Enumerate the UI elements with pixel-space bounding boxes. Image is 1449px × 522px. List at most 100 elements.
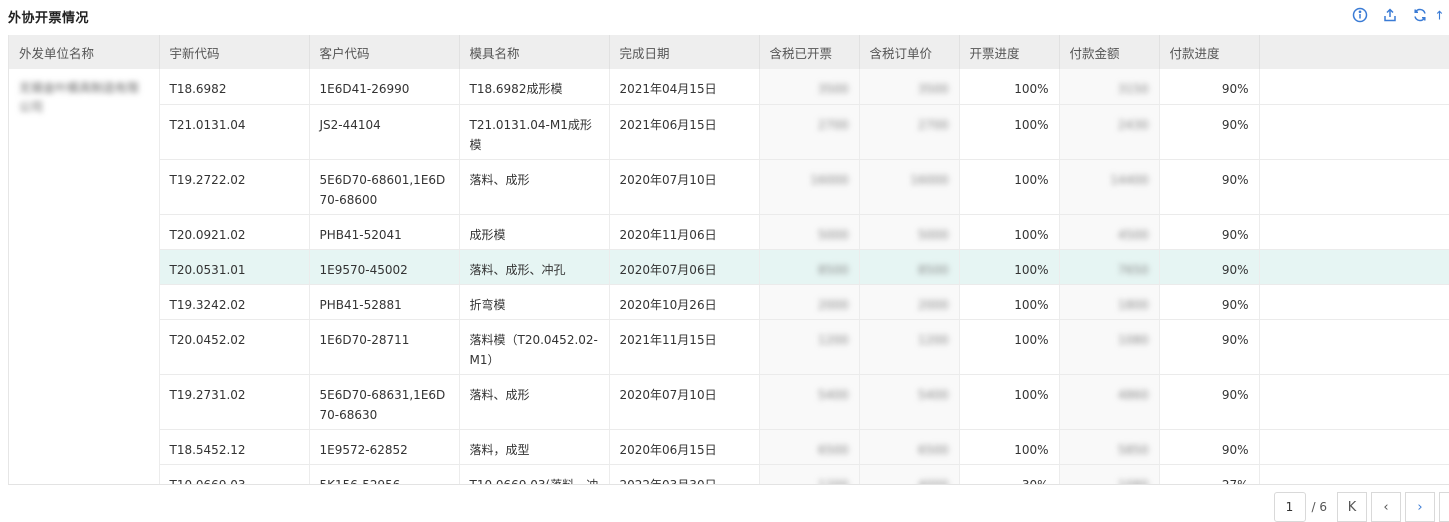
paid-amount-cell: 5850 (1059, 429, 1160, 465)
price-cell: 5000 (859, 214, 960, 250)
price-cell: 2000 (859, 284, 960, 320)
table-row[interactable]: T19.2722.02 5E6D70-68601,1E6D70-68600 落料、成… (9, 159, 1449, 215)
export-icon[interactable] (1375, 5, 1405, 25)
code-cell: T21.0131.04 (159, 104, 310, 160)
table-row[interactable]: T18.5452.12 1E9572-62852 落料，成型 2020年06月15日 6… (9, 429, 1449, 465)
paid-value: 5850 (1117, 442, 1149, 457)
pay-progress-cell: 90% (1159, 249, 1260, 285)
table-row[interactable]: T19.2731.02 5E6D70-68631,1E6D70-68630 落料、成… (9, 374, 1449, 430)
customer-code-cell: PHB41-52881 (309, 284, 460, 320)
last-page-button[interactable] (1439, 492, 1449, 522)
mold-name-cell: T21.0131.04-M1成形模 (459, 104, 610, 160)
code-cell: T10.0669.03 (159, 464, 310, 484)
pay-progress-cell: 90% (1159, 104, 1260, 160)
invoice-progress-cell: 100% (959, 374, 1060, 430)
price-cell: 8500 (859, 249, 960, 285)
column-header-price[interactable]: 含税订单价 (859, 35, 960, 69)
next-page-button[interactable]: › (1405, 492, 1435, 522)
pagination: 1 / 6 K ‹ › (1273, 492, 1449, 522)
table-row[interactable]: T19.3242.02 PHB41-52881 折弯模 2020年10月26日 2000… (9, 284, 1449, 320)
price-value: 4000 (918, 475, 949, 485)
mold-name-cell: T10.0669.03(落料、冲 (459, 464, 610, 484)
paid-amount-cell: 4500 (1059, 214, 1160, 250)
invoice-progress-cell: 100% (959, 159, 1060, 215)
pay-progress-cell: 90% (1159, 69, 1260, 105)
mold-name-cell: 落料、成形 (459, 374, 610, 430)
table-header-row: 外发单位名称 宇新代码 客户代码 模具名称 完成日期 含税已开票 含税订单价 开… (9, 35, 1449, 69)
paid-value: 1800 (1117, 297, 1149, 312)
refresh-icon[interactable] (1405, 5, 1435, 25)
mold-name-cell: T18.6982成形模 (459, 69, 610, 105)
finish-date-cell: 2021年06月15日 (609, 104, 760, 160)
column-header-finish-date[interactable]: 完成日期 (609, 35, 760, 69)
column-header-pay-progress[interactable]: 付款进度 (1159, 35, 1260, 69)
price-cell: 4000 (859, 464, 960, 485)
mold-name-cell: 落料、成形 (459, 159, 610, 215)
code-cell: T18.6982 (159, 69, 310, 105)
price-value: 5400 (917, 387, 949, 402)
finish-date-cell: 2020年10月26日 (609, 284, 760, 320)
pay-progress-cell: 90% (1159, 284, 1260, 320)
invoiced-value: 3500 (817, 82, 849, 96)
pay-progress-cell: 27% (1159, 464, 1260, 484)
customer-code-cell: JS2-44104 (309, 104, 460, 160)
paid-value: 3150 (1117, 82, 1149, 96)
column-header-code[interactable]: 宇新代码 (159, 35, 310, 69)
price-value: 8500 (917, 262, 949, 277)
code-cell: T20.0921.02 (159, 214, 310, 250)
info-icon[interactable] (1345, 5, 1375, 25)
column-header-vendor[interactable]: 外发单位名称 (9, 35, 160, 69)
mold-name-cell: 落料、成形、冲孔 (459, 249, 610, 285)
table-row[interactable]: T21.0131.04 JS2-44104 T21.0131.04-M1成形模 202… (9, 104, 1449, 160)
invoiced-value: 8500 (817, 262, 849, 277)
mold-name-cell: 成形模 (459, 214, 610, 250)
pay-progress-cell: 90% (1159, 374, 1260, 430)
finish-date-cell: 2020年07月10日 (609, 159, 760, 215)
vendor-cell: 无锡金叶模具制造有限公司 (9, 69, 160, 484)
price-cell: 2700 (859, 104, 960, 160)
panel-title: 外协开票情况 (8, 11, 90, 26)
sort-icon[interactable] (1435, 5, 1449, 25)
code-cell: T20.0452.02 (159, 319, 310, 375)
vendor-name: 无锡金叶模具制造有限公司 (19, 81, 140, 114)
invoiced-value: 5400 (817, 387, 849, 402)
finish-date-cell: 2021年04月15日 (609, 69, 760, 105)
column-header-paid-amount[interactable]: 付款金额 (1059, 35, 1160, 69)
code-cell: T18.5452.12 (159, 429, 310, 465)
table-row[interactable]: 无锡金叶模具制造有限公司 T18.6982 1E6D41-26990 T18.6982… (9, 69, 1449, 484)
invoice-progress-cell: 100% (959, 104, 1060, 160)
price-value: 5000 (917, 227, 949, 242)
price-value: 6500 (917, 442, 949, 457)
price-cell: 1200 (859, 319, 960, 375)
column-header-customer-code[interactable]: 客户代码 (309, 35, 460, 69)
pay-progress-cell: 90% (1159, 319, 1260, 375)
first-page-button[interactable]: K (1337, 492, 1367, 522)
column-header-mold-name[interactable]: 模具名称 (459, 35, 610, 69)
filler-cell (1259, 284, 1449, 320)
column-header-invoice-progress[interactable]: 开票进度 (959, 35, 1060, 69)
customer-code-cell: 5K156-52956 (309, 464, 460, 484)
price-value: 2000 (917, 297, 949, 312)
table-row[interactable]: T20.0452.02 1E6D70-28711 落料模（T20.0452.02-M… (9, 319, 1449, 375)
invoiced-value: 6500 (817, 442, 849, 457)
code-cell: T19.2731.02 (159, 374, 310, 430)
table-footer: 1 / 6 K ‹ › (8, 484, 1449, 522)
invoice-progress-cell: 100% (959, 319, 1060, 375)
prev-page-button[interactable]: ‹ (1371, 492, 1401, 522)
column-header-invoiced[interactable]: 含税已开票 (759, 35, 860, 69)
invoiced-cell: 2700 (759, 104, 860, 160)
price-cell: 5400 (859, 374, 960, 430)
invoiced-cell: 1200 (759, 464, 860, 484)
invoice-progress-cell: 100% (959, 429, 1060, 465)
invoiced-cell: 2000 (759, 284, 860, 320)
table-row[interactable]: T20.0921.02 PHB41-52041 成形模 2020年11月06日 5000… (9, 214, 1449, 250)
price-cell: 6500 (859, 429, 960, 465)
paid-value: 7650 (1117, 262, 1149, 277)
page-number-input[interactable]: 1 (1273, 492, 1306, 522)
invoice-table: 外发单位名称 宇新代码 客户代码 模具名称 完成日期 含税已开票 含税订单价 开… (8, 35, 1449, 484)
table-row[interactable]: T10.0669.035K156-52956T10.0669.03(落料、冲20… (9, 464, 1449, 484)
paid-value: 2430 (1117, 117, 1149, 132)
invoiced-cell: 6500 (759, 429, 860, 465)
table-row[interactable]: T20.0531.01 1E9570-45002 落料、成形、冲孔 2020年07月0… (9, 249, 1449, 285)
filler-cell (1259, 464, 1449, 484)
